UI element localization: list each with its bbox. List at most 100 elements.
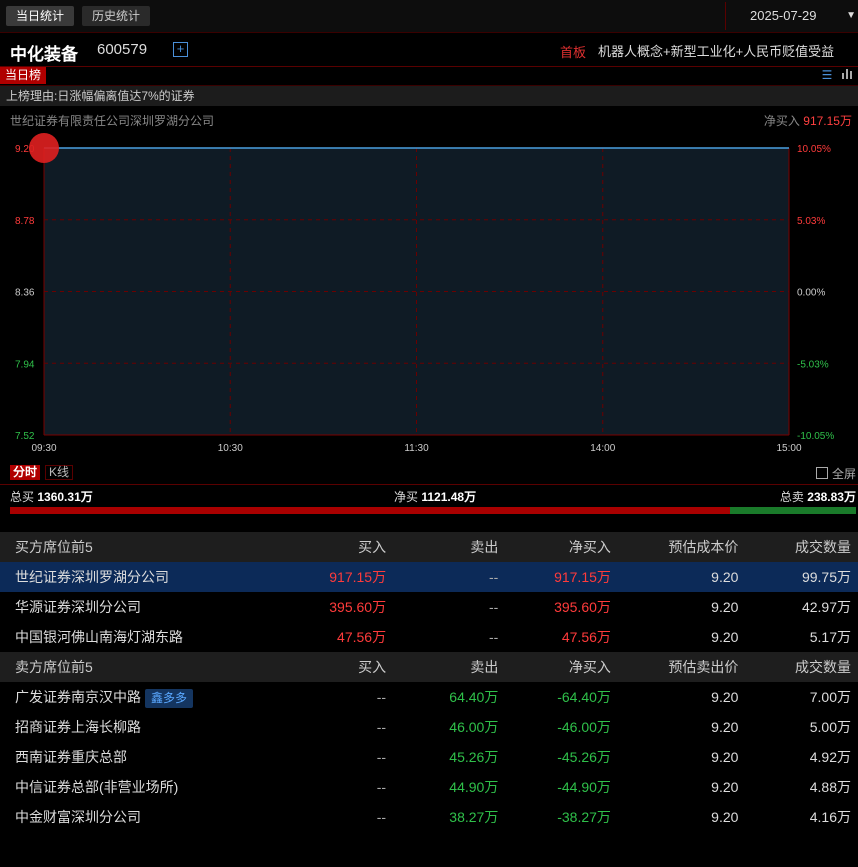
seat-tag-badge[interactable]: 鑫多多	[145, 688, 194, 708]
list-view-icon[interactable]: ☰	[818, 67, 836, 84]
y-right-tick-label: -10.05%	[797, 431, 834, 442]
sell-amount: 38.27万	[449, 809, 499, 825]
y-right-tick-label: 10.05%	[797, 144, 831, 155]
seat-name: 中信证券总部(非营业场所)	[15, 779, 179, 795]
est-price: 9.20	[711, 749, 739, 765]
est-price: 9.20	[711, 629, 739, 645]
bar-chart-icon[interactable]	[838, 67, 856, 84]
stock-name[interactable]: 中化装备	[10, 40, 78, 65]
sell-seat-row[interactable]: 招商证券上海长柳路 -- 46.00万 -46.00万 9.20 5.00万	[0, 712, 858, 742]
sell-amount: 46.00万	[449, 719, 499, 735]
y-tick-label: 8.36	[15, 288, 35, 299]
x-tick-label: 09:30	[31, 443, 56, 454]
volume: 4.88万	[809, 779, 851, 795]
add-watchlist-icon[interactable]: +	[173, 42, 188, 57]
top-bar: 当日统计 历史统计 2025-07-29 ▼	[0, 0, 858, 33]
buy-amount: --	[376, 779, 387, 795]
column-header[interactable]: 净买入	[498, 652, 611, 682]
volume: 4.92万	[809, 749, 851, 765]
tab-history-stats[interactable]: 历史统计	[82, 6, 151, 26]
x-tick-label: 15:00	[776, 443, 801, 454]
buy-table-header: 买方席位前5 买入 卖出 净买入 预估成本价 成交数量	[0, 532, 858, 562]
buy-amount: --	[376, 809, 387, 825]
seat-name: 中国银河佛山南海灯湖东路	[15, 629, 183, 645]
column-header[interactable]: 买入	[262, 652, 387, 682]
sell-amount: 45.26万	[449, 749, 499, 765]
buy-amount: 395.60万	[329, 599, 387, 615]
totals-row: 总买 1360.31万 净买 1121.48万 总卖 238.83万	[0, 488, 858, 506]
sell-amount: 64.40万	[449, 689, 499, 705]
sell-seat-row[interactable]: 中金财富深圳分公司 -- 38.27万 -38.27万 9.20 4.16万	[0, 802, 858, 832]
sell-amount: --	[489, 599, 499, 615]
column-header[interactable]: 净买入	[498, 532, 611, 562]
tab-timeshare[interactable]: 分时	[10, 465, 41, 480]
net-amount: -45.26万	[557, 749, 611, 765]
net-buy-summary: 净买入 917.15万	[764, 112, 852, 129]
y-right-tick-label: 5.03%	[797, 216, 825, 227]
chart-svg: 9.20 10.05%8.78 5.03%8.36 0.00%7.94 -5.03%7.…	[15, 133, 834, 454]
column-header[interactable]: 卖出	[386, 652, 499, 682]
est-price: 9.20	[711, 689, 739, 705]
column-header[interactable]: 卖方席位前5	[0, 652, 262, 682]
trade-marker	[29, 133, 59, 163]
column-header[interactable]: 成交数量	[738, 532, 858, 562]
buy-seat-row[interactable]: 世纪证券深圳罗湖分公司 917.15万 -- 917.15万 9.20 99.75万	[0, 562, 858, 592]
column-header[interactable]: 买方席位前5	[0, 532, 262, 562]
column-header[interactable]: 预估卖出价	[610, 652, 739, 682]
net-amount: -38.27万	[557, 809, 611, 825]
column-header[interactable]: 买入	[262, 532, 387, 562]
y-right-tick-label: -5.03%	[797, 359, 829, 370]
buy-ratio-fill	[10, 507, 730, 514]
y-tick-label: 7.94	[15, 359, 35, 370]
volume: 5.00万	[809, 719, 851, 735]
reason-text: 上榜理由:日涨幅偏离值达7%的证券	[6, 89, 195, 103]
fullscreen-button[interactable]: 全屏	[815, 465, 856, 482]
column-header[interactable]: 成交数量	[738, 652, 858, 682]
buy-amount: --	[376, 719, 387, 735]
x-tick-label: 10:30	[218, 443, 243, 454]
total-net: 净买 1121.48万	[394, 488, 476, 505]
date-selector[interactable]: 2025-07-29 ▼	[725, 2, 858, 30]
buy-amount: 47.56万	[337, 629, 387, 645]
column-header[interactable]: 预估成本价	[610, 532, 739, 562]
sell-table-header: 卖方席位前5 买入 卖出 净买入 预估卖出价 成交数量	[0, 652, 858, 682]
today-list-tag[interactable]: 当日榜	[0, 67, 47, 84]
sell-seat-row[interactable]: 西南证券重庆总部 -- 45.26万 -45.26万 9.20 4.92万	[0, 742, 858, 772]
net-buy-label: 净买入	[763, 114, 800, 128]
board-badge: 首板	[560, 45, 587, 60]
seat-name: 中金财富深圳分公司	[15, 809, 141, 825]
y-right-tick-label: 0.00%	[797, 288, 825, 299]
fullscreen-icon	[815, 467, 828, 479]
total-sell-label: 总卖	[779, 490, 804, 504]
buy-seat-row[interactable]: 华源证券深圳分公司 395.60万 -- 395.60万 9.20 42.97万	[0, 592, 858, 622]
sell-amount: --	[489, 629, 499, 645]
est-price: 9.20	[711, 719, 739, 735]
buy-sell-ratio-bar	[10, 507, 856, 514]
buy-amount: --	[376, 689, 387, 705]
total-net-value: 1121.48万	[421, 490, 477, 504]
total-buy-label: 总买	[10, 490, 35, 504]
sell-seat-row[interactable]: 广发证券南京汉中路 鑫多多 -- 64.40万 -64.40万 9.20 7.00万	[0, 682, 858, 712]
total-sell-value: 238.83万	[807, 490, 856, 504]
y-tick-label: 7.52	[15, 431, 35, 442]
panel-header: 当日榜 ☰	[0, 67, 858, 86]
volume: 42.97万	[801, 599, 851, 615]
tab-today-stats[interactable]: 当日统计	[6, 6, 75, 26]
stock-header: 中化装备 600579 + 首板 机器人概念+新型工业化+人民币贬值受益	[0, 32, 858, 67]
net-amount: -64.40万	[557, 689, 611, 705]
total-net-label: 净买	[394, 490, 419, 504]
seat-name: 华源证券深圳分公司	[15, 599, 141, 615]
sell-seat-row[interactable]: 中信证券总部(非营业场所) -- 44.90万 -44.90万 9.20 4.88万	[0, 772, 858, 802]
volume: 5.17万	[809, 629, 851, 645]
seat-name: 世纪证券有限责任公司深圳罗湖分公司	[10, 114, 215, 128]
sell-amount: --	[386, 562, 499, 592]
column-header[interactable]: 卖出	[386, 532, 499, 562]
intraday-chart[interactable]: 9.20 10.05% 8.78 5.03% 8.36 0.00% 7.94 -5.03% 7.…	[0, 128, 858, 458]
net-buy-value: 917.15万	[803, 114, 852, 128]
chart-footer: 分时 K线 全屏	[0, 462, 858, 485]
x-tick-label: 11:30	[404, 443, 429, 454]
tab-kline[interactable]: K线	[45, 465, 74, 480]
buy-seat-row[interactable]: 中国银河佛山南海灯湖东路 47.56万 -- 47.56万 9.20 5.17万	[0, 622, 858, 652]
volume: 7.00万	[809, 689, 851, 705]
est-price: 9.20	[610, 562, 739, 592]
